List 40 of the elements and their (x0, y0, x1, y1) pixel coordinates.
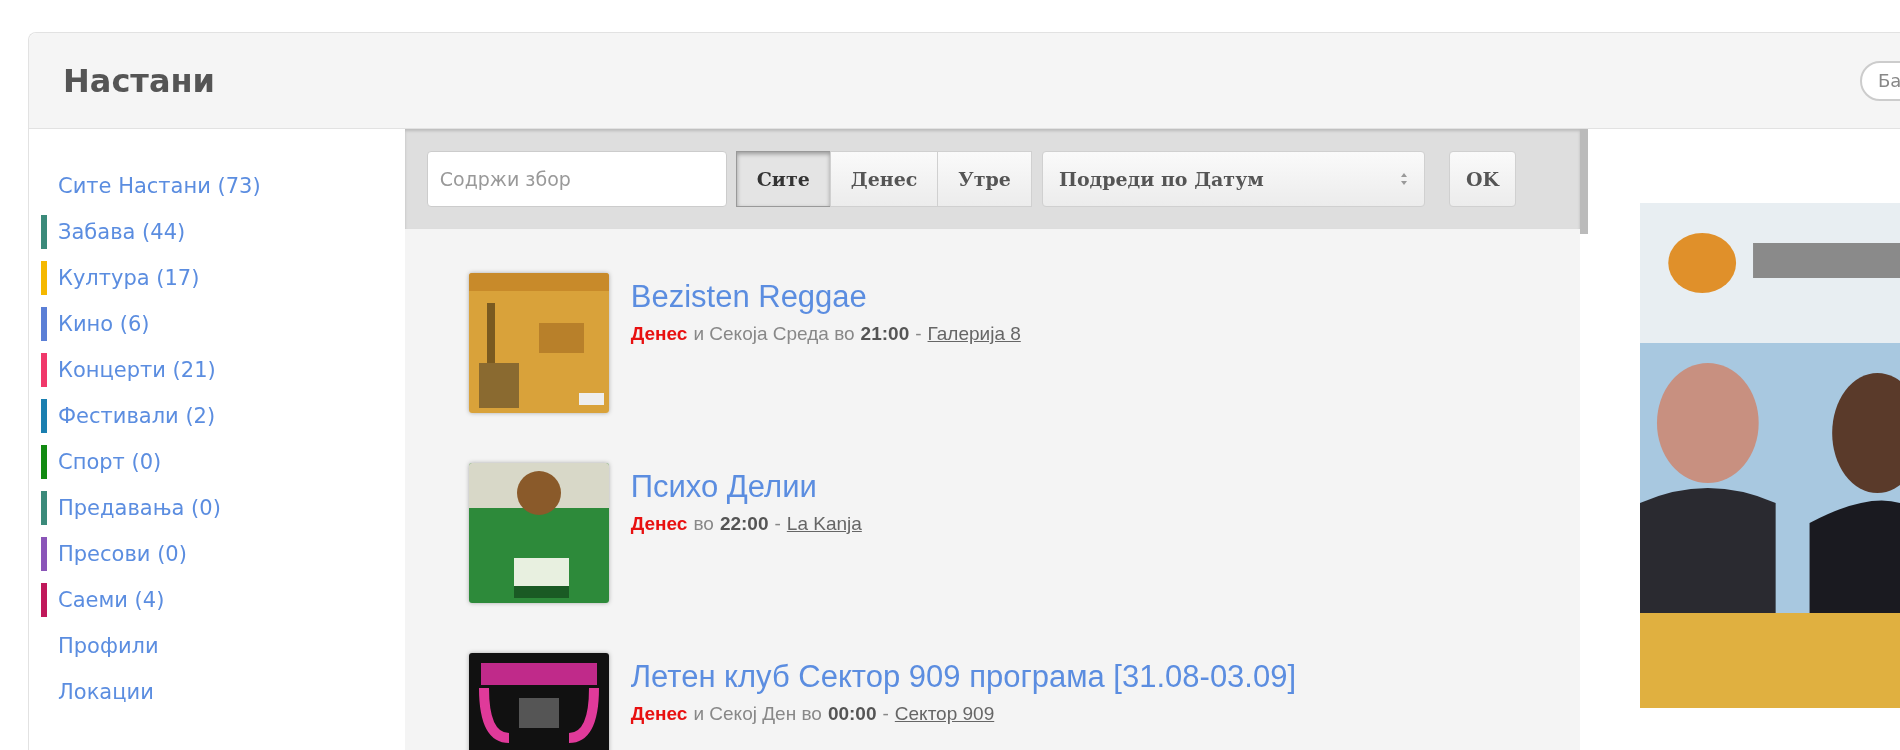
time-text: 00:00 (827, 703, 877, 725)
recurrence-text: во (693, 513, 714, 535)
day-label: Денес (630, 513, 688, 535)
category-link[interactable]: Кино (6) (58, 312, 150, 336)
time-text: 22:00 (719, 513, 769, 535)
event-title-link[interactable]: Летен клуб Сектор 909 програма [31.08-03.09] (630, 659, 1297, 695)
category-link[interactable]: Профили (58, 634, 159, 658)
category-link[interactable]: Пресови (0) (58, 542, 187, 566)
filter-button[interactable]: Утре (937, 151, 1032, 207)
category-link[interactable]: Предавања (0) (58, 496, 221, 520)
category-link[interactable]: Саеми (4) (58, 588, 165, 612)
recurrence-text: и Секој Ден во (693, 703, 822, 725)
ok-button[interactable]: OK (1448, 151, 1516, 207)
venue-link[interactable]: Сектор 909 (894, 703, 995, 725)
search-field[interactable]: Ба (1860, 60, 1900, 101)
day-label: Денес (630, 703, 688, 725)
filter-button[interactable]: Сите (735, 151, 831, 207)
keyword-field[interactable]: Содржи збор (426, 151, 727, 207)
event-title-link[interactable]: Психо Делии (630, 469, 862, 505)
category-link[interactable]: Спорт (0) (58, 450, 162, 474)
category-link[interactable]: Концерти (21) (58, 358, 216, 382)
scrollbar-thumb[interactable] (1580, 129, 1588, 234)
separator-text: - (915, 323, 922, 345)
recurrence-text: и Секоја Среда во (693, 323, 855, 345)
category-link[interactable]: Култура (17) (58, 266, 200, 290)
sort-select[interactable]: Подреди по Датум (1041, 151, 1425, 207)
category-link[interactable]: Фестивали (2) (58, 404, 216, 428)
day-label: Денес (630, 323, 688, 345)
venue-link[interactable]: La Kanja (786, 513, 862, 535)
filter-button[interactable]: Денес (829, 151, 939, 207)
event-title-link[interactable]: Bezisten Reggae (630, 279, 1021, 315)
updown-caret-icon (1399, 172, 1408, 186)
time-text: 21:00 (860, 323, 910, 345)
separator-text: - (882, 703, 889, 725)
category-link[interactable]: Сите Настани (73) (58, 174, 261, 198)
category-link[interactable]: Забава (44) (58, 220, 186, 244)
category-link[interactable]: Локации (58, 680, 154, 704)
separator-text: - (774, 513, 781, 535)
page-title: Настани (63, 61, 215, 100)
venue-link[interactable]: Галерија 8 (927, 323, 1021, 345)
